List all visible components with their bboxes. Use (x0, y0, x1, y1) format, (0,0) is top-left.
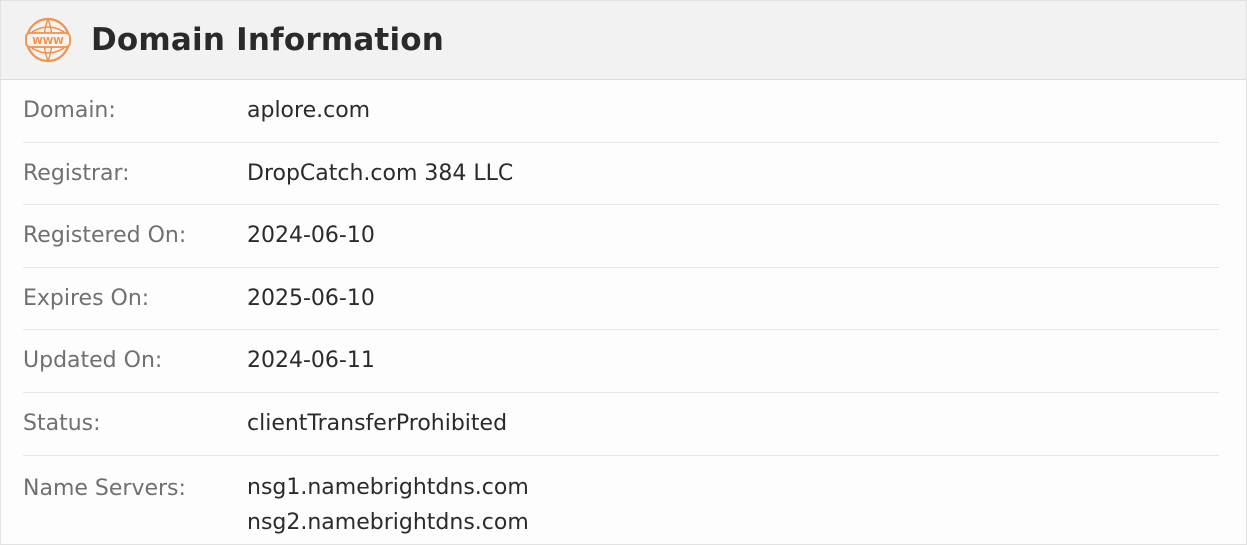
row-value: DropCatch.com 384 LLC (247, 160, 514, 186)
row-name-servers: Name Servers: nsg1.namebrightdns.com nsg… (23, 456, 1219, 540)
name-servers-list: nsg1.namebrightdns.com nsg2.namebrightdn… (247, 475, 529, 540)
domain-information-panel: WWW Domain Information Domain: aplore.co… (0, 0, 1247, 545)
name-server-2: nsg2.namebrightdns.com (247, 509, 529, 535)
domain-details-list: Domain: aplore.com Registrar: DropCatch.… (1, 80, 1246, 540)
row-registered-on: Registered On: 2024-06-10 (23, 205, 1219, 268)
www-icon-text: WWW (32, 36, 64, 47)
row-label: Domain: (23, 98, 116, 123)
row-value: 2025-06-10 (247, 285, 375, 311)
row-value: clientTransferProhibited (247, 410, 508, 436)
row-expires-on: Expires On: 2025-06-10 (23, 268, 1219, 331)
row-status: Status: clientTransferProhibited (23, 393, 1219, 456)
row-updated-on: Updated On: 2024-06-11 (23, 330, 1219, 393)
row-label: Registrar: (23, 160, 130, 186)
page-title: Domain Information (91, 22, 445, 58)
row-label: Name Servers: (23, 475, 186, 501)
row-registrar: Registrar: DropCatch.com 384 LLC (23, 143, 1219, 206)
row-value: 2024-06-10 (247, 223, 375, 249)
row-label: Expires On: (23, 285, 150, 311)
row-label: Registered On: (23, 223, 187, 249)
row-label: Status: (23, 410, 101, 436)
row-value: 2024-06-11 (247, 348, 375, 374)
row-value: aplore.com (247, 98, 371, 123)
row-domain: Domain: aplore.com (23, 80, 1219, 143)
panel-header: WWW Domain Information (1, 1, 1246, 80)
row-label: Updated On: (23, 348, 163, 374)
www-globe-icon: WWW (25, 17, 71, 63)
name-server-1: nsg1.namebrightdns.com (247, 474, 529, 500)
